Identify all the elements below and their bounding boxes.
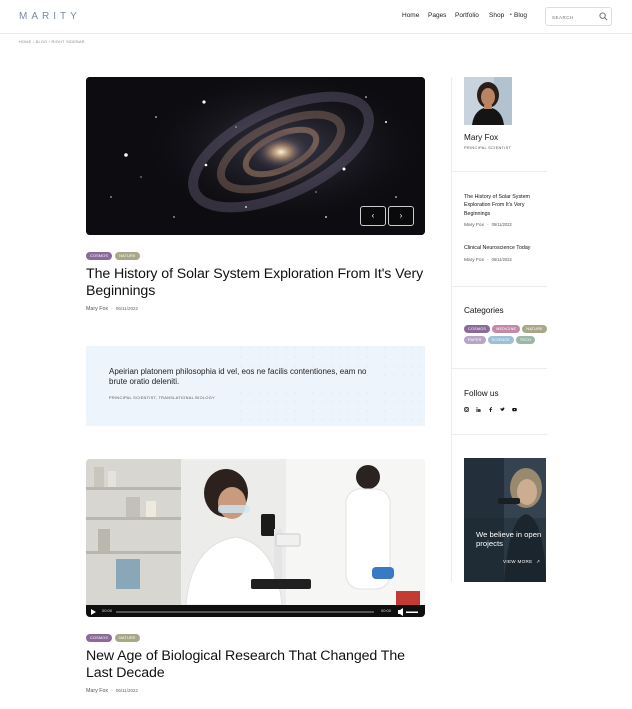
recent-post-title[interactable]: The History of Solar System Exploration … (464, 193, 546, 218)
slider-next-button[interactable]: › (388, 206, 414, 226)
quote-block: Apeirian platonem philosophia id vel, eo… (86, 346, 425, 426)
category-nature[interactable]: NATURE (522, 325, 547, 333)
facebook-icon[interactable] (488, 407, 493, 412)
recent-post-date: 06/11/2022 (491, 222, 512, 227)
meta-separator: - (111, 688, 113, 694)
slider-prev-button[interactable]: ‹ (360, 206, 386, 226)
nav-portfolio[interactable]: Portfolio (455, 12, 479, 19)
author-avatar[interactable] (464, 77, 512, 125)
linkedin-icon[interactable] (476, 407, 481, 412)
view-more-link[interactable]: VIEW MORE ↗ (503, 559, 540, 565)
category-paper[interactable]: PAPER (464, 336, 486, 344)
sidebar-separator (452, 434, 547, 435)
sidebar-divider (451, 77, 452, 582)
category-list: COSMOS MEDICINE NATURE (464, 325, 547, 333)
site-header: MARITY Home Pages Portfolio Shop • Blog (0, 0, 632, 34)
twitter-icon[interactable] (500, 407, 505, 412)
post-title[interactable]: The History of Solar System Exploration … (86, 266, 426, 299)
video-duration: 00:00 (381, 608, 392, 613)
meta-separator: - (487, 223, 489, 228)
post-title[interactable]: New Age of Biological Research That Chan… (86, 648, 426, 681)
youtube-icon[interactable] (512, 407, 517, 412)
nav-home[interactable]: Home (402, 12, 419, 19)
volume-slider[interactable] (406, 611, 418, 614)
post-date: 06/11/2022 (115, 306, 139, 311)
tag-nature[interactable]: NATURE (115, 634, 140, 642)
post-meta: Mary Fox -06/11/2022 (86, 688, 138, 694)
search-icon[interactable] (599, 12, 608, 21)
post-author[interactable]: Mary Fox (86, 306, 108, 312)
tag-cosmos[interactable]: COSMOS (86, 252, 113, 260)
recent-post-meta: Mary Fox -06/11/2022 (464, 257, 512, 263)
arrow-icon: ↗ (536, 559, 541, 564)
follow-heading: Follow us (464, 389, 499, 398)
breadcrumb: HOME / BLOG / RIGHT SIDEBAR (19, 40, 85, 44)
quote-author: PRINCIPAL SCIENTIST, TRANSLATIONAL BIOLO… (109, 395, 215, 400)
recent-post-author[interactable]: Mary Fox (464, 258, 484, 263)
play-icon[interactable] (91, 609, 96, 615)
site-logo[interactable]: MARITY (19, 11, 81, 22)
search-input[interactable] (552, 12, 592, 22)
post-tags: COSMOS NATURE (86, 252, 140, 260)
nav-blog-marker: • (510, 12, 512, 18)
view-more-label: VIEW MORE (503, 559, 533, 564)
chevron-left-icon: ‹ (371, 211, 375, 220)
author-name[interactable]: Mary Fox (464, 133, 498, 142)
category-tech[interactable]: TECH (515, 336, 536, 344)
recent-post-title[interactable]: Clinical Neuroscience Today (464, 244, 546, 252)
meta-separator: - (487, 258, 489, 263)
search-box[interactable] (545, 7, 612, 26)
quote-text: Apeirian platonem philosophia id vel, eo… (109, 367, 367, 386)
social-links (464, 407, 517, 412)
nav-blog[interactable]: Blog (514, 12, 527, 19)
post-meta: Mary Fox -06/11/2022 (86, 306, 138, 312)
category-list: PAPER SCIENCE TECH (464, 336, 536, 344)
recent-post-meta: Mary Fox -06/11/2022 (464, 222, 512, 228)
categories-heading: Categories (464, 306, 504, 315)
recent-post-author[interactable]: Mary Fox (464, 223, 484, 228)
category-medicine[interactable]: MEDICINE (492, 325, 521, 333)
tag-nature[interactable]: NATURE (115, 252, 140, 260)
category-science[interactable]: SCIENCE (487, 336, 514, 344)
nav-pages[interactable]: Pages (428, 12, 446, 19)
meta-separator: - (111, 306, 113, 312)
recent-post-date: 06/11/2022 (491, 257, 512, 262)
post-author[interactable]: Mary Fox (86, 688, 108, 694)
nav-shop[interactable]: Shop (489, 12, 504, 19)
tag-cosmos[interactable]: COSMOS (86, 634, 113, 642)
promo-banner[interactable]: We believe in open projects VIEW MORE ↗ (464, 458, 546, 582)
lab-video[interactable]: 00:00 00:00 (86, 459, 425, 617)
volume-icon[interactable] (398, 610, 400, 614)
category-cosmos[interactable]: COSMOS (464, 325, 491, 333)
chevron-right-icon: › (399, 211, 403, 220)
post-tags: COSMOS NATURE (86, 634, 140, 642)
sidebar-separator (452, 171, 547, 172)
promo-text: We believe in open projects (476, 530, 542, 549)
post-date: 06/11/2022 (115, 688, 139, 693)
sidebar-separator (452, 286, 547, 287)
author-role: PRINCIPAL SCIENTIST (464, 145, 512, 150)
instagram-icon[interactable] (464, 407, 469, 412)
video-current-time: 00:00 (102, 608, 113, 613)
video-controls: 00:00 00:00 (86, 605, 425, 617)
sidebar-separator (452, 368, 547, 369)
